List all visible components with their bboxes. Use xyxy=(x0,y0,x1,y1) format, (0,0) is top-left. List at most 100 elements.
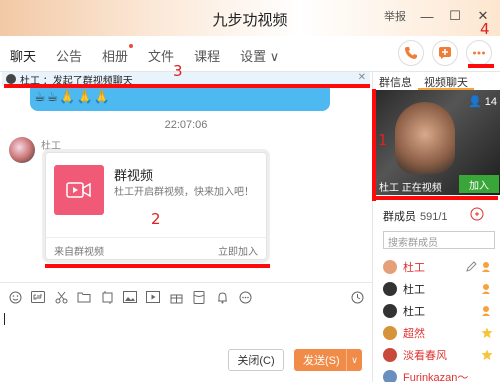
member-name: 杜工 xyxy=(403,262,425,274)
tab-album-label: 相册 xyxy=(102,49,129,64)
member-avatar xyxy=(383,260,397,274)
viewer-icon: 👤 xyxy=(467,96,482,108)
member-name: 超然 xyxy=(403,328,425,340)
tab-files[interactable]: 文件 xyxy=(148,46,174,65)
window-controls: 举报 — ☐ ✕ xyxy=(384,8,490,24)
screenshot-icon[interactable] xyxy=(100,290,114,304)
star-icon xyxy=(481,327,493,339)
bell-icon[interactable] xyxy=(215,290,229,304)
annotation-line-1a xyxy=(372,89,376,201)
image-icon[interactable] xyxy=(123,290,137,304)
member-list: 杜工 杜工 杜工 超然 淡看春风 Furinkazan～ xyxy=(383,256,499,382)
member-row[interactable]: 淡看春风 xyxy=(383,344,499,366)
notice-avatar xyxy=(6,74,16,84)
card-footer: 来自群视频 立即加入 xyxy=(46,237,266,259)
gift-icon[interactable] xyxy=(169,290,183,304)
message-input[interactable] xyxy=(0,310,372,346)
title-bar: 九步功视频 举报 — ☐ ✕ xyxy=(0,0,500,36)
member-avatar xyxy=(383,282,397,296)
annotation-marker-1: 1 xyxy=(378,131,388,149)
video-preview[interactable]: 👤 14 杜工 正在视频 加入 xyxy=(375,90,500,195)
member-row[interactable]: 杜工 xyxy=(383,256,499,278)
red-packet-icon[interactable] xyxy=(192,290,206,304)
sender-avatar[interactable] xyxy=(9,137,35,163)
notice-close-icon[interactable]: ✕ xyxy=(358,72,366,83)
member-row[interactable]: 杜工 xyxy=(383,278,499,300)
report-button[interactable]: 举报 xyxy=(384,8,406,24)
member-avatar xyxy=(383,304,397,318)
input-toolbar xyxy=(0,282,372,310)
member-avatar xyxy=(383,348,397,362)
message-timestamp: 22:07:06 xyxy=(164,119,208,131)
unread-dot xyxy=(129,44,134,48)
tab-settings[interactable]: 设置 ∨ xyxy=(240,46,279,65)
more-tools-icon[interactable] xyxy=(238,290,252,304)
admin-badge-icon xyxy=(481,283,493,295)
emoji-icon[interactable] xyxy=(8,290,22,304)
tab-group-info[interactable]: 群信息 xyxy=(373,72,418,90)
tab-chat[interactable]: 聊天 xyxy=(10,46,37,76)
phone-icon[interactable] xyxy=(398,40,424,66)
tab-bar: 聊天 公告 相册 文件 课程 设置 ∨ xyxy=(0,36,500,76)
tab-list: 聊天 公告 相册 文件 课程 设置 ∨ xyxy=(10,44,279,76)
invite-member-icon[interactable] xyxy=(470,207,484,221)
annotation-line-2 xyxy=(45,264,270,268)
right-panel: 群信息 视频聊天 👤 14 杜工 正在视频 加入 群成员 591/1 搜索群成员 … xyxy=(372,72,500,382)
send-label: 发送(S) xyxy=(303,355,340,367)
admin-badge-icon xyxy=(481,261,493,273)
emoji-message: ☕☕🙏🙏🙏 xyxy=(34,89,111,104)
members-header: 群成员 591/1 xyxy=(383,208,448,224)
member-row[interactable]: Furinkazan～ xyxy=(383,366,499,382)
annotation-line-3 xyxy=(4,84,370,88)
edit-icon[interactable] xyxy=(465,261,477,273)
annotation-line-4 xyxy=(468,64,494,68)
more-icon[interactable] xyxy=(466,40,492,66)
tab-album[interactable]: 相册 xyxy=(102,44,134,65)
member-row[interactable]: 杜工 xyxy=(383,300,499,322)
member-name: 杜工 xyxy=(403,284,425,296)
folder-icon[interactable] xyxy=(77,290,91,304)
member-search-input[interactable]: 搜索群成员 xyxy=(383,231,495,249)
members-count: 591/1 xyxy=(420,211,448,223)
star-icon xyxy=(481,349,493,361)
viewer-count-value: 14 xyxy=(484,96,497,108)
chat-area: 杜工 ：发起了群视频聊天 ✕ ☕☕🙏🙏🙏 22:07:06 杜工 群视频 杜工开… xyxy=(0,72,372,282)
viewer-count: 👤 14 xyxy=(468,95,497,108)
add-message-icon[interactable] xyxy=(432,40,458,66)
sender-name[interactable]: 杜工 xyxy=(41,137,61,152)
gif-icon[interactable] xyxy=(31,290,45,304)
action-icons xyxy=(398,40,492,66)
member-avatar xyxy=(383,370,397,382)
annotation-marker-3: 3 xyxy=(173,62,183,80)
right-tabs: 群信息 视频聊天 xyxy=(373,72,500,90)
send-options-icon[interactable]: ∨ xyxy=(346,349,362,371)
annotation-line-1b xyxy=(374,196,498,200)
video-status: 杜工 正在视频 xyxy=(379,183,442,194)
video-participant xyxy=(395,102,455,174)
card-description: 杜工开启群视频，快来加入吧！ xyxy=(114,187,254,198)
group-video-card[interactable]: 群视频 杜工开启群视频，快来加入吧！ 来自群视频 立即加入 xyxy=(45,152,267,260)
maximize-button[interactable]: ☐ xyxy=(448,8,462,23)
close-chat-button[interactable]: 关闭(C) xyxy=(228,349,284,371)
send-button[interactable]: 发送(S) ∨ xyxy=(294,349,362,371)
minimize-button[interactable]: — xyxy=(420,9,434,24)
tab-announcement[interactable]: 公告 xyxy=(56,46,82,65)
member-name: 淡看春风 xyxy=(403,350,447,362)
card-source: 来自群视频 xyxy=(54,247,104,258)
annotation-marker-2: 2 xyxy=(151,210,161,228)
join-now-link[interactable]: 立即加入 xyxy=(218,243,258,258)
tab-courses[interactable]: 课程 xyxy=(194,46,220,65)
member-name: Furinkazan～ xyxy=(403,372,469,382)
member-avatar xyxy=(383,326,397,340)
tab-video-chat[interactable]: 视频聊天 xyxy=(418,72,474,90)
video-icon[interactable] xyxy=(146,290,160,304)
text-caret xyxy=(4,313,5,325)
member-row[interactable]: 超然 xyxy=(383,322,499,344)
history-clock-icon[interactable] xyxy=(350,290,364,304)
scissors-icon[interactable] xyxy=(54,290,68,304)
join-video-button[interactable]: 加入 xyxy=(459,175,499,193)
member-name: 杜工 xyxy=(403,306,425,318)
annotation-marker-4: 4 xyxy=(480,20,490,38)
members-label: 群成员 xyxy=(383,211,416,223)
video-camera-icon xyxy=(54,165,104,215)
